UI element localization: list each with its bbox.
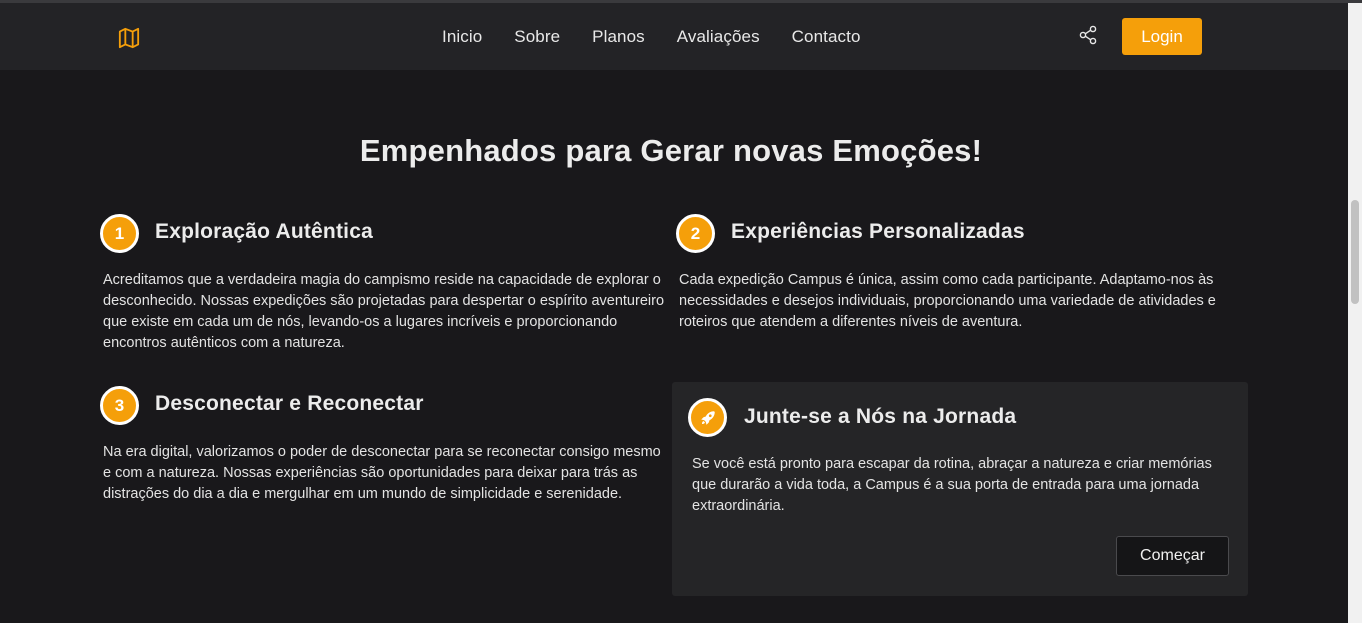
feature-text: Acreditamos que a verdadeira magia do ca… [103, 272, 665, 351]
card-title: Junte-se a Nós na Jornada [744, 405, 1017, 428]
nav-link-planos[interactable]: Planos [592, 26, 645, 48]
nav-link-inicio[interactable]: Inicio [442, 26, 482, 48]
feature-title: Experiências Personalizadas [731, 220, 1025, 243]
card-text: Se você está pronto para escapar da roti… [692, 456, 1212, 514]
feature-number-badge: 2 [676, 214, 715, 253]
feature-title: Desconectar e Reconectar [155, 392, 424, 415]
rocket-icon [688, 398, 727, 437]
main-nav: Inicio Sobre Planos Avaliações Contacto [442, 26, 893, 48]
section-title: Empenhados para Gerar novas Emoções! [359, 133, 983, 168]
feature-number-badge: 3 [100, 386, 139, 425]
nav-link-sobre[interactable]: Sobre [514, 26, 560, 48]
nav-link-contacto[interactable]: Contacto [792, 26, 861, 48]
feature-text: Na era digital, valorizamos o poder de d… [103, 444, 661, 502]
scrollbar-thumb[interactable] [1351, 200, 1359, 304]
start-button[interactable]: Começar [1116, 536, 1229, 576]
feature-number-badge: 1 [100, 214, 139, 253]
feature-title: Exploração Autêntica [155, 220, 373, 243]
feature-text: Cada expedição Campus é única, assim com… [679, 272, 1216, 330]
page-scrollbar[interactable] [1348, 3, 1362, 623]
map-icon[interactable] [118, 27, 140, 49]
login-button[interactable]: Login [1122, 18, 1202, 55]
share-icon[interactable] [1078, 25, 1098, 45]
navbar: Inicio Sobre Planos Avaliações Contacto … [0, 3, 1348, 70]
join-card: Junte-se a Nós na Jornada Se você está p… [672, 382, 1248, 596]
nav-link-avaliacoes[interactable]: Avaliações [677, 26, 760, 48]
